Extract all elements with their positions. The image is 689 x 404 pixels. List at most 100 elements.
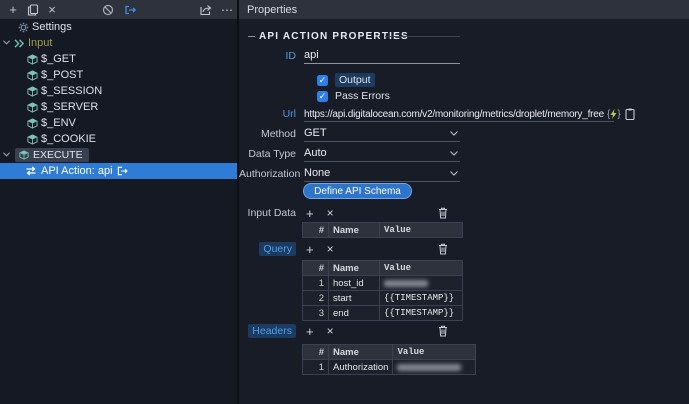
col-value: Value xyxy=(393,345,476,360)
col-value: Value xyxy=(380,223,463,238)
col-num: # xyxy=(303,223,329,238)
redacted-value xyxy=(397,364,461,371)
value-cell[interactable] xyxy=(380,276,463,291)
data-type-label: Data Type xyxy=(239,148,296,160)
add-row-icon[interactable]: + xyxy=(306,243,314,256)
url-field-row: Url https://api.digitalocean.com/v2/moni… xyxy=(239,106,635,122)
swap-arrows-icon xyxy=(25,166,37,176)
trash-icon[interactable] xyxy=(438,207,448,219)
col-value: Value xyxy=(380,261,463,276)
col-name: Name xyxy=(329,345,393,360)
table-row: 3 end {{TIMESTAMP}} xyxy=(303,306,463,321)
authorization-label: Authorization xyxy=(239,168,296,180)
id-label: ID xyxy=(239,50,296,62)
add-row-icon[interactable]: + xyxy=(306,207,314,220)
col-num: # xyxy=(303,261,329,276)
tree-item-env[interactable]: $_ENV xyxy=(0,115,237,131)
remove-row-icon[interactable]: × xyxy=(327,243,334,256)
name-cell[interactable]: Authorization xyxy=(329,360,393,375)
pass-errors-checkbox[interactable]: ✓ xyxy=(317,91,328,102)
authorization-value: None xyxy=(304,167,330,179)
authorization-row: Authorization None xyxy=(239,166,460,182)
url-underline xyxy=(304,121,614,122)
input-data-toolbar: Input Data + × xyxy=(239,206,334,220)
add-row-icon[interactable]: + xyxy=(306,325,314,338)
url-label: Url xyxy=(239,108,296,120)
data-type-row: Data Type Auto xyxy=(239,146,460,162)
method-row: Method GET xyxy=(239,126,460,142)
close-glyph: × xyxy=(48,0,56,20)
authorization-select[interactable]: None xyxy=(304,167,460,182)
tree-item-input[interactable]: Input xyxy=(0,35,237,51)
row-num: 3 xyxy=(303,306,329,321)
lightning-icon xyxy=(610,109,617,119)
remove-row-icon[interactable]: × xyxy=(327,207,334,220)
url-input[interactable]: https://api.digitalocean.com/v2/monitori… xyxy=(304,109,604,120)
col-name: Name xyxy=(329,261,380,276)
add-icon[interactable]: + xyxy=(6,0,20,20)
share-icon[interactable] xyxy=(197,0,213,20)
headers-table: # Name Value 1 Authorization xyxy=(302,344,476,375)
tree-item-api-action[interactable]: API Action: api xyxy=(0,163,237,179)
open-output-icon[interactable] xyxy=(122,0,138,20)
cube-icon xyxy=(27,118,38,129)
workflow-tree: Settings Input $_GET $_POST xyxy=(0,19,237,404)
define-api-schema-button[interactable]: Define API Schema xyxy=(303,183,412,199)
remove-row-icon[interactable]: × xyxy=(327,325,334,338)
duplicate-icon[interactable] xyxy=(25,0,41,20)
app-window: + × ⋯ Properties xyxy=(0,0,689,404)
chevron-down-icon[interactable] xyxy=(3,152,10,157)
query-toolbar: Query + × xyxy=(239,242,334,256)
trash-icon[interactable] xyxy=(438,325,448,337)
col-num: # xyxy=(303,345,329,360)
value-cell[interactable] xyxy=(393,360,476,375)
tree-item-label: $_COOKIE xyxy=(41,133,96,145)
value-cell[interactable]: {{TIMESTAMP}} xyxy=(380,291,463,306)
id-input[interactable]: api xyxy=(304,49,460,64)
tree-item-settings[interactable]: Settings xyxy=(0,19,237,35)
tree-item-execute[interactable]: EXECUTE xyxy=(0,147,237,163)
name-cell[interactable]: host_id xyxy=(329,276,380,291)
chevron-down-icon xyxy=(450,151,458,156)
cube-icon xyxy=(27,70,38,81)
method-value: GET xyxy=(304,127,327,139)
tree-item-get[interactable]: $_GET xyxy=(0,51,237,67)
pass-errors-label: Pass Errors xyxy=(335,90,390,102)
binding-picker-icon[interactable]: { } xyxy=(607,109,621,120)
query-label: Query xyxy=(259,242,296,256)
tree-item-label: Settings xyxy=(32,21,72,33)
method-select[interactable]: GET xyxy=(304,127,460,142)
output-checkbox[interactable]: ✓ xyxy=(317,75,328,86)
tree-item-session[interactable]: $_SESSION xyxy=(0,83,237,99)
trash-icon[interactable] xyxy=(438,243,448,255)
redacted-value xyxy=(384,280,428,287)
table-row: 1 Authorization xyxy=(303,360,476,375)
tree-item-server[interactable]: $_SERVER xyxy=(0,99,237,115)
chevron-down-icon xyxy=(450,171,458,176)
chevron-down-icon[interactable] xyxy=(3,40,10,45)
clipboard-icon[interactable] xyxy=(625,108,635,120)
tree-item-label: $_POST xyxy=(41,69,83,81)
output-row: ✓ Output xyxy=(239,72,375,88)
close-icon[interactable]: × xyxy=(45,0,59,20)
disable-icon[interactable] xyxy=(100,0,116,20)
tree-item-cookie[interactable]: $_COOKIE xyxy=(0,131,237,147)
check-icon: ✓ xyxy=(319,75,327,85)
name-cell[interactable]: start xyxy=(329,291,380,306)
table-row: 1 host_id xyxy=(303,276,463,291)
input-data-table: # Name Value xyxy=(302,222,463,238)
data-type-select[interactable]: Auto xyxy=(304,147,460,162)
value-cell[interactable]: {{TIMESTAMP}} xyxy=(380,306,463,321)
output-label: Output xyxy=(335,73,375,87)
tree-item-label: $_SESSION xyxy=(41,85,102,97)
more-icon[interactable]: ⋯ xyxy=(219,0,235,20)
row-num: 1 xyxy=(303,276,329,291)
tree-item-post[interactable]: $_POST xyxy=(0,67,237,83)
headers-label: Headers xyxy=(248,324,296,338)
section-dash xyxy=(248,36,255,37)
name-cell[interactable]: end xyxy=(329,306,380,321)
tree-item-label: EXECUTE xyxy=(33,149,83,161)
tree-item-label: $_GET xyxy=(41,53,76,65)
cube-icon xyxy=(27,134,38,145)
row-num: 2 xyxy=(303,291,329,306)
